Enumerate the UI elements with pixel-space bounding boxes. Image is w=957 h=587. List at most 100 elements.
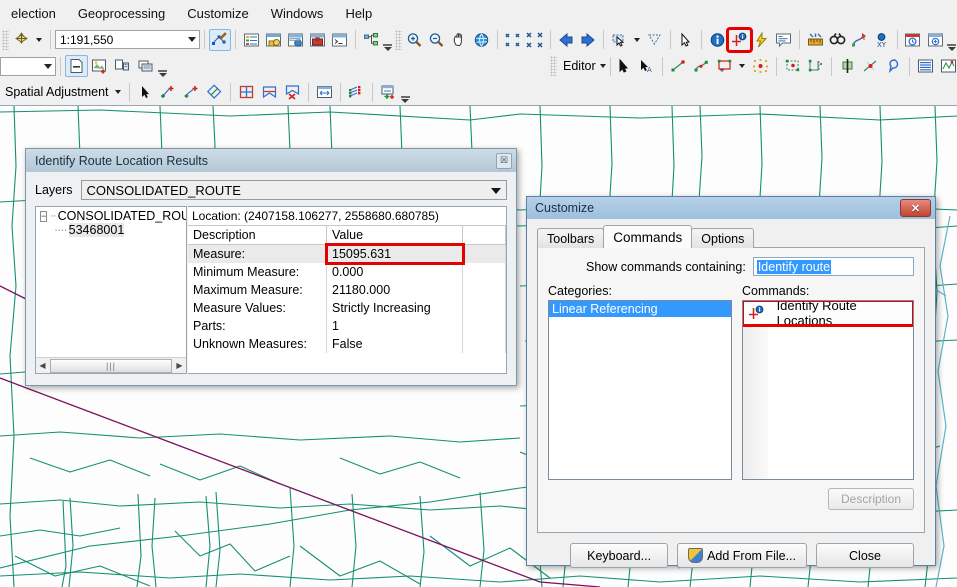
- zoom-out-icon[interactable]: [426, 29, 448, 51]
- go-back-extent-icon[interactable]: [555, 29, 577, 51]
- results-tree[interactable]: − ·· CONSOLIDATED_ROUT ···· 53468001 ◀ |…: [35, 206, 187, 374]
- create-features-icon[interactable]: [937, 55, 957, 77]
- identify-route-location-results-window[interactable]: Identify Route Location Results ☒ Layers…: [25, 148, 517, 386]
- add-from-file-button[interactable]: Add From File...: [677, 543, 807, 568]
- adjust-area-icon[interactable]: [258, 81, 281, 103]
- table-row[interactable]: Unknown Measures: False: [188, 335, 506, 353]
- create-viewer-window-icon[interactable]: [924, 29, 946, 51]
- identify-route-locations-icon[interactable]: [726, 26, 753, 53]
- table-of-contents-icon[interactable]: [240, 29, 262, 51]
- menu-windows[interactable]: Windows: [260, 2, 335, 25]
- tree-root-node[interactable]: − ·· CONSOLIDATED_ROUT: [36, 207, 186, 223]
- fixed-zoom-in-icon[interactable]: [502, 29, 524, 51]
- edit-tool-icon[interactable]: [612, 55, 635, 77]
- customize-window[interactable]: Customize ✕ Toolbars Commands Options Sh…: [526, 196, 936, 568]
- table-row[interactable]: Parts: 1: [188, 317, 506, 335]
- go-to-xy-icon[interactable]: XY: [871, 29, 893, 51]
- edit-annotation-icon[interactable]: A: [635, 55, 658, 77]
- scroll-right-icon[interactable]: ▶: [173, 359, 186, 372]
- new-map-icon[interactable]: [65, 55, 88, 77]
- table-row[interactable]: Minimum Measure: 0.000: [188, 263, 506, 281]
- attributes-icon[interactable]: [882, 55, 905, 77]
- construction-tool-icon[interactable]: [713, 55, 736, 77]
- trace-icon[interactable]: [690, 55, 713, 77]
- html-popup-icon[interactable]: [773, 29, 795, 51]
- secondary-combo[interactable]: [0, 56, 56, 76]
- show-commands-containing-input[interactable]: Identify route: [752, 257, 914, 276]
- commands-listbox[interactable]: Identify Route Locations: [742, 300, 914, 480]
- menu-customize[interactable]: Customize: [176, 2, 259, 25]
- sketch-properties-icon[interactable]: [914, 55, 937, 77]
- select-by-polygon-icon[interactable]: [644, 29, 666, 51]
- cut-polygons-icon[interactable]: [804, 55, 827, 77]
- menu-help[interactable]: Help: [334, 2, 383, 25]
- chevron-down-icon[interactable]: [187, 37, 196, 42]
- flash-icon[interactable]: [751, 29, 773, 51]
- scroll-left-icon[interactable]: ◀: [36, 359, 49, 372]
- split-tool-icon[interactable]: [836, 55, 859, 77]
- find-icon[interactable]: [826, 29, 848, 51]
- identify-window-titlebar[interactable]: Identify Route Location Results ☒: [26, 149, 516, 172]
- move-tool-icon[interactable]: [11, 29, 33, 51]
- reshape-feature-icon[interactable]: [781, 55, 804, 77]
- spatial-adjustment-menu-label[interactable]: Spatial Adjustment: [0, 85, 112, 99]
- delete-area-icon[interactable]: [281, 81, 304, 103]
- arctoolbox-icon[interactable]: [307, 29, 329, 51]
- select-features-icon[interactable]: [608, 29, 630, 51]
- edit-vertices-icon[interactable]: [749, 55, 772, 77]
- time-slider-icon[interactable]: [902, 29, 924, 51]
- select-arrow-icon[interactable]: [134, 81, 157, 103]
- measure-icon[interactable]: [804, 29, 826, 51]
- tab-options[interactable]: Options: [691, 228, 755, 248]
- link-table-icon[interactable]: [313, 81, 336, 103]
- keyboard-button[interactable]: Keyboard...: [570, 543, 669, 568]
- editor-menu-caret-icon[interactable]: [600, 64, 606, 68]
- table-row[interactable]: Maximum Measure: 21180.000: [188, 281, 506, 299]
- menu-selection[interactable]: election: [0, 2, 67, 25]
- layers-dropdown[interactable]: CONSOLIDATED_ROUTE: [80, 180, 507, 200]
- tab-commands[interactable]: Commands: [603, 225, 693, 248]
- zoom-in-icon[interactable]: [404, 29, 426, 51]
- close-icon[interactable]: ☒: [496, 152, 512, 169]
- edge-match-icon[interactable]: [203, 81, 226, 103]
- multiple-links-icon[interactable]: [345, 81, 368, 103]
- attribute-transfer-icon[interactable]: [377, 81, 400, 103]
- catalog-icon[interactable]: [262, 29, 284, 51]
- move-tool-dropdown-icon[interactable]: [35, 37, 42, 42]
- tab-toolbars[interactable]: Toolbars: [537, 228, 605, 248]
- page-setup-icon[interactable]: [111, 55, 134, 77]
- toolbar-grip[interactable]: [550, 56, 557, 76]
- select-features-dropdown-icon[interactable]: [633, 37, 640, 42]
- tree-child-node[interactable]: ···· 53468001: [36, 223, 186, 237]
- model-builder-icon[interactable]: [360, 29, 382, 51]
- select-elements-icon[interactable]: [675, 29, 697, 51]
- print-preview-icon[interactable]: [134, 55, 157, 77]
- straight-segment-icon[interactable]: [667, 55, 690, 77]
- python-window-icon[interactable]: [329, 29, 351, 51]
- full-extent-icon[interactable]: [470, 29, 492, 51]
- fixed-zoom-out-icon[interactable]: [524, 29, 546, 51]
- editor-sketch-icon[interactable]: [208, 28, 231, 51]
- construction-tool-dropdown-icon[interactable]: [739, 64, 745, 68]
- editor-menu-label[interactable]: Editor: [558, 59, 599, 73]
- customize-titlebar[interactable]: Customize ✕: [527, 197, 935, 219]
- tree-horizontal-scrollbar[interactable]: ◀ ||| ▶: [36, 357, 186, 373]
- table-row[interactable]: Measure Values: Strictly Increasing: [188, 299, 506, 317]
- list-item[interactable]: Linear Referencing: [549, 301, 731, 317]
- menu-geoprocessing[interactable]: Geoprocessing: [67, 2, 176, 25]
- table-row[interactable]: Measure: 15095.631: [188, 242, 506, 265]
- pan-icon[interactable]: [448, 29, 470, 51]
- find-route-icon[interactable]: [848, 29, 870, 51]
- toolbar-overflow-icon[interactable]: [400, 81, 411, 103]
- close-button[interactable]: Close: [816, 543, 914, 568]
- identify-icon[interactable]: [706, 29, 728, 51]
- toolbar-overflow-icon[interactable]: [382, 29, 393, 51]
- toolbar-grip[interactable]: [2, 29, 9, 50]
- expander-minus-icon[interactable]: −: [40, 210, 48, 222]
- categories-listbox[interactable]: Linear Referencing: [548, 300, 732, 480]
- toolbar-grip[interactable]: [394, 29, 402, 50]
- chevron-down-icon[interactable]: [491, 188, 501, 194]
- add-data-icon[interactable]: [88, 55, 111, 77]
- go-next-extent-icon[interactable]: [577, 29, 599, 51]
- description-button[interactable]: Description: [828, 488, 914, 510]
